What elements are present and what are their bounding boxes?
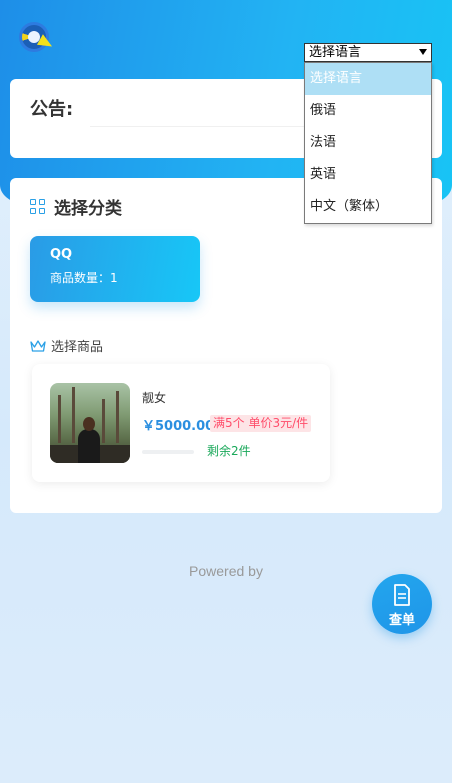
powered-by: Powered by	[189, 563, 263, 579]
query-order-button[interactable]: 查单	[372, 574, 432, 634]
chevron-down-icon	[419, 49, 427, 55]
shop-card: 选择分类 QQ 商品数量：1 选择商品 靓女 ￥5000.00 满5个 单价3元…	[10, 178, 442, 513]
category-tile-qq[interactable]: QQ 商品数量：1	[30, 236, 200, 302]
language-option[interactable]: 英语	[305, 159, 431, 191]
language-select[interactable]: 选择语言	[304, 43, 432, 62]
category-heading: 选择分类	[30, 194, 122, 219]
language-dropdown-menu: 选择语言 俄语 法语 英语 中文（繁体）	[304, 62, 432, 224]
language-option[interactable]: 法语	[305, 127, 431, 159]
category-name: QQ	[50, 247, 73, 262]
query-order-label: 查单	[388, 613, 415, 628]
product-card[interactable]: 靓女 ￥5000.00 满5个 单价3元/件 剩余2件	[32, 364, 330, 482]
language-option[interactable]: 俄语	[305, 95, 431, 127]
document-icon	[394, 584, 410, 606]
language-select-value: 选择语言	[309, 45, 362, 60]
crown-icon	[30, 339, 46, 352]
language-option[interactable]: 选择语言	[305, 63, 431, 95]
category-count: 商品数量：1	[50, 271, 118, 285]
site-logo[interactable]	[19, 22, 56, 52]
grid-icon	[30, 198, 46, 215]
product-name: 靓女	[142, 391, 167, 405]
stock-remaining: 剩余2件	[207, 444, 251, 458]
stock-progress-bar	[142, 450, 194, 454]
product-image	[50, 383, 130, 463]
category-heading-label: 选择分类	[54, 199, 122, 219]
product-price: ￥5000.00	[142, 419, 215, 434]
goods-heading-label: 选择商品	[51, 340, 104, 355]
goods-heading: 选择商品	[30, 336, 103, 355]
language-option[interactable]: 中文（繁体）	[305, 191, 431, 223]
discount-badge: 满5个 单价3元/件	[210, 415, 312, 432]
notice-title: 公告:	[30, 99, 74, 120]
